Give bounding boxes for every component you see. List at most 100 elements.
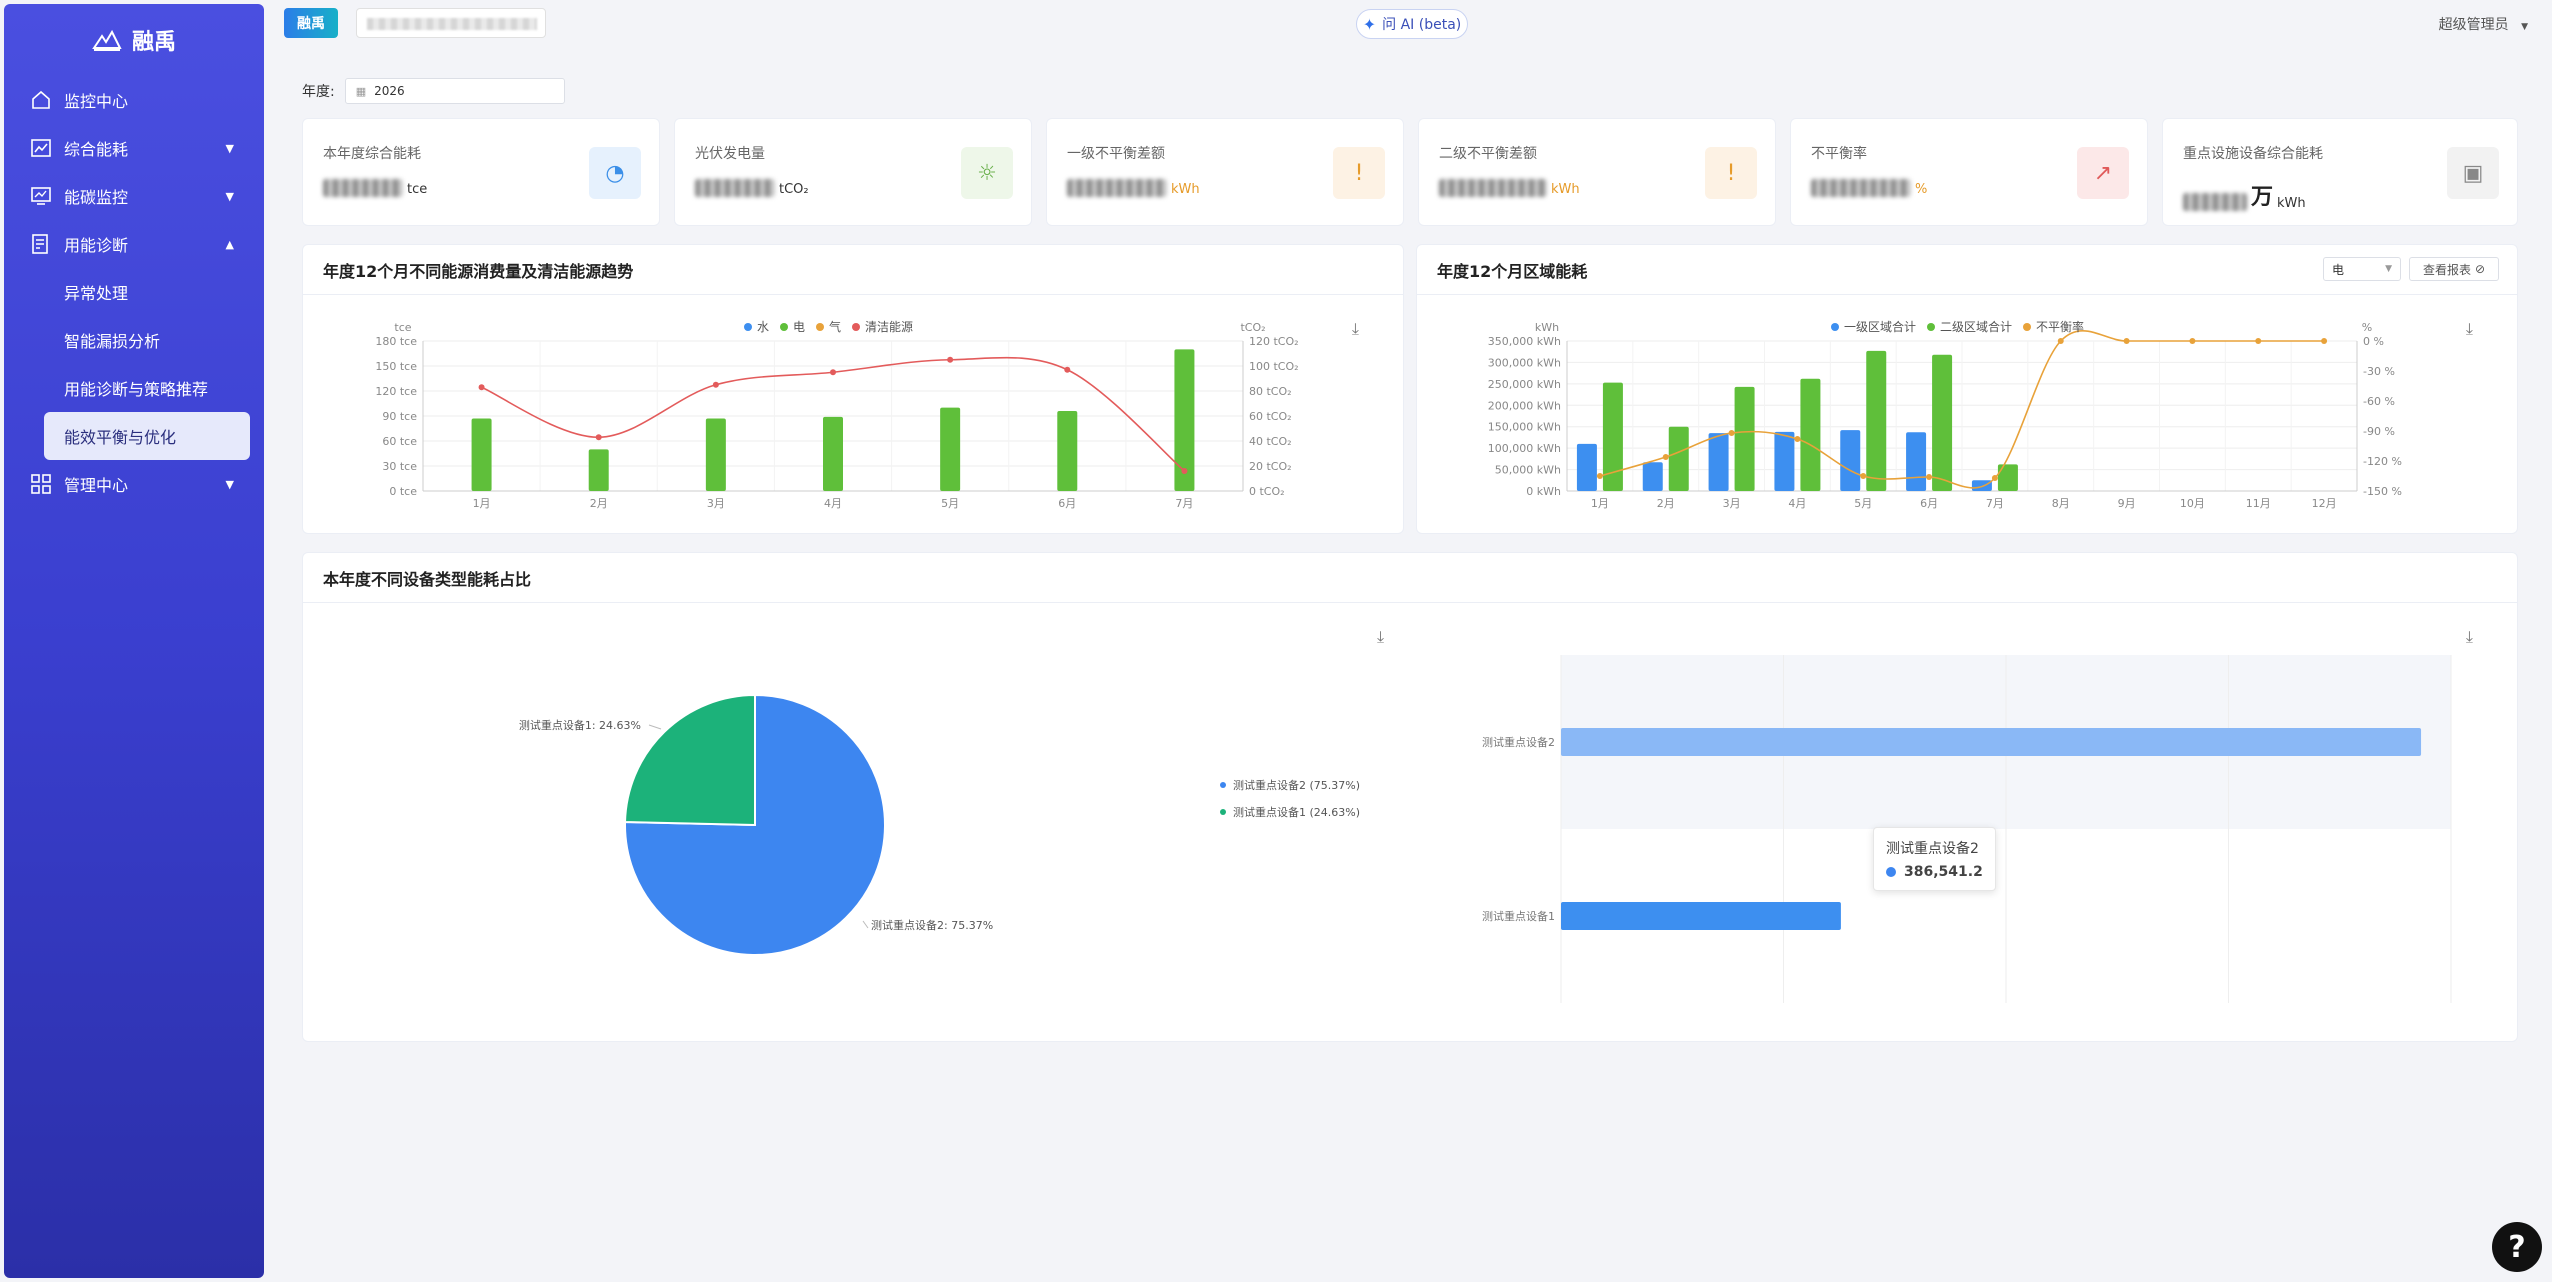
logo[interactable]: 融禹 xyxy=(4,4,264,76)
chevron-down-icon: ▼ xyxy=(225,189,234,203)
legend-marker xyxy=(1927,323,1935,331)
link-icon: ⊘ xyxy=(2474,262,2486,276)
user-name: 超级管理员 xyxy=(2438,17,2509,33)
card-title: 不平衡率 xyxy=(1811,146,1867,162)
point-不平衡率 xyxy=(1860,473,1867,479)
card-unit: kWh xyxy=(2277,196,2306,211)
x-tick-label: 6月 xyxy=(1058,497,1076,510)
redacted-value xyxy=(695,179,775,197)
card-title: 二级不平衡差额 xyxy=(1439,146,1537,162)
pie-label-line xyxy=(862,920,869,929)
sidebar-item-label: 综合能耗 xyxy=(64,140,129,159)
x-tick-label: 7月 xyxy=(1986,497,2004,510)
card-unit: kWh xyxy=(1551,182,1580,197)
user-menu[interactable]: 超级管理员 ▼ xyxy=(2439,14,2528,34)
chip-icon: ▣ xyxy=(2447,147,2499,199)
region-panel: 年度12个月区域能耗 电 ▼ 查看报表 ⊘ ⤓ 0 kWh 50,000 kWh 1… xyxy=(1416,244,2518,534)
chevron-down-icon: ▼ xyxy=(2521,22,2528,32)
chevron-down-icon: ▼ xyxy=(225,477,234,491)
year-picker[interactable]: ▦ 2026 xyxy=(344,78,565,104)
card-unit: tCO₂ xyxy=(779,182,809,197)
diagnose-icon xyxy=(32,234,48,254)
sidebar-sub-item-strategy[interactable]: 用能诊断与策略推荐 xyxy=(4,364,264,412)
tooltip-dot xyxy=(1886,867,1896,877)
bar-电 xyxy=(940,407,961,491)
help-button[interactable]: ? xyxy=(2492,1222,2542,1272)
redacted-value xyxy=(323,179,403,197)
card-value: kWh xyxy=(1067,179,1200,197)
bar-一级区域合计 xyxy=(1906,432,1927,491)
sidebar-item-label: 用能诊断 xyxy=(64,236,129,255)
sidebar-item-label: 能碳监控 xyxy=(64,188,129,207)
bar-电 xyxy=(588,449,609,491)
legend-label: 二级区域合计 xyxy=(1940,319,2012,334)
card-unit: kWh xyxy=(1171,182,1200,197)
project-selector[interactable] xyxy=(356,8,546,38)
energy-type-select[interactable]: 电 ▼ xyxy=(2323,257,2401,281)
sidebar-item-carbon[interactable]: 能碳监控 ▼ xyxy=(4,172,264,220)
ask-ai-button[interactable]: ✦ 问 AI (beta) xyxy=(1356,9,1468,39)
y-right-tick-label: -90 % xyxy=(2363,425,2395,438)
topbar: 融禹 ✦ 问 AI (beta) 超级管理员 ▼ xyxy=(268,0,2552,48)
legend-label: 气 xyxy=(829,319,841,334)
legend-label: 一级区域合计 xyxy=(1844,319,1916,334)
sidebar-item-diagnose[interactable]: 用能诊断 ▲ xyxy=(4,220,264,268)
brand-button[interactable]: 融禹 xyxy=(284,8,338,38)
point-清洁能源 xyxy=(595,434,602,441)
legend-label: 测试重点设备2 (75.37%) xyxy=(1233,778,1360,792)
bar-一级区域合计 xyxy=(1840,430,1861,491)
point-不平衡率 xyxy=(2123,338,2130,344)
bar-电 xyxy=(1057,411,1078,491)
logo-icon xyxy=(92,29,122,51)
x-tick-label: 3月 xyxy=(1723,497,1741,510)
y-tick-label: 150,000 kWh xyxy=(1488,421,1561,434)
y-right-tick-label: 100 tCO₂ xyxy=(1249,360,1299,373)
x-tick-label: 7月 xyxy=(1175,497,1193,510)
bar-一级区域合计 xyxy=(1774,431,1795,491)
chart-tooltip: 测试重点设备2 386,541.2 xyxy=(1873,827,1996,891)
chart-icon xyxy=(31,139,51,157)
y-tick-label: 测试重点设备1 xyxy=(1482,909,1555,923)
sidebar-item-energy[interactable]: 综合能耗 ▼ xyxy=(4,124,264,172)
x-tick-label: 4月 xyxy=(1788,497,1806,510)
sidebar-item-monitor-center[interactable]: 监控中心 xyxy=(4,76,264,124)
chevron-up-icon: ▲ xyxy=(225,237,234,251)
x-tick-label: 2月 xyxy=(1657,497,1675,510)
bar-二级区域合计 xyxy=(1734,386,1755,491)
point-不平衡率 xyxy=(2255,338,2262,344)
pie-label-line xyxy=(648,724,662,730)
sidebar-sub-item-efficiency[interactable]: 能效平衡与优化 xyxy=(44,412,250,460)
point-不平衡率 xyxy=(2057,338,2064,344)
x-tick-label: 2月 xyxy=(590,497,608,510)
sidebar-sub-item-leakage[interactable]: 智能漏损分析 xyxy=(4,316,264,364)
view-report-button[interactable]: 查看报表 ⊘ xyxy=(2409,257,2499,281)
y-right-tick-label: -60 % xyxy=(2363,395,2395,408)
legend-marker xyxy=(744,323,752,331)
y-right-tick-label: 40 tCO₂ xyxy=(1249,435,1292,448)
year-filter: 年度: ▦ 2026 xyxy=(302,78,565,104)
legend-label: 电 xyxy=(793,320,805,334)
bar-一级区域合计 xyxy=(1642,462,1663,491)
hbar xyxy=(1561,902,1841,930)
bar-一级区域合计 xyxy=(1708,433,1729,491)
card-title: 本年度综合能耗 xyxy=(323,146,421,162)
sidebar-item-label: 监控中心 xyxy=(64,92,129,111)
sidebar-sub-item-anomaly[interactable]: 异常处理 xyxy=(4,268,264,316)
point-不平衡率 xyxy=(1596,473,1603,479)
x-tick-label: 10月 xyxy=(2180,497,2205,510)
legend-label: 不平衡率 xyxy=(2036,319,2084,334)
y-right-axis-label: tCO₂ xyxy=(1240,321,1265,334)
y-right-tick-label: 0 % xyxy=(2363,335,2384,348)
y-tick-label: 180 tce xyxy=(375,335,417,348)
trend-icon: ↗ xyxy=(2077,147,2129,199)
legend-label: 测试重点设备1 (24.63%) xyxy=(1233,805,1360,819)
y-tick-label: 120 tce xyxy=(375,385,417,398)
x-tick-label: 5月 xyxy=(1854,497,1872,510)
gauge-icon: ◔ xyxy=(589,147,641,199)
view-report-label: 查看报表 xyxy=(2422,262,2471,277)
trend-panel: 年度12个月不同能源消费量及清洁能源趋势 ⤓ 0 tce 30 tce 60 tce… xyxy=(302,244,1404,534)
y-tick-label: 300,000 kWh xyxy=(1488,356,1561,369)
y-right-tick-label: -150 % xyxy=(2363,485,2402,498)
pie-slice xyxy=(624,693,756,827)
sidebar-item-management[interactable]: 管理中心 ▼ xyxy=(4,460,264,508)
